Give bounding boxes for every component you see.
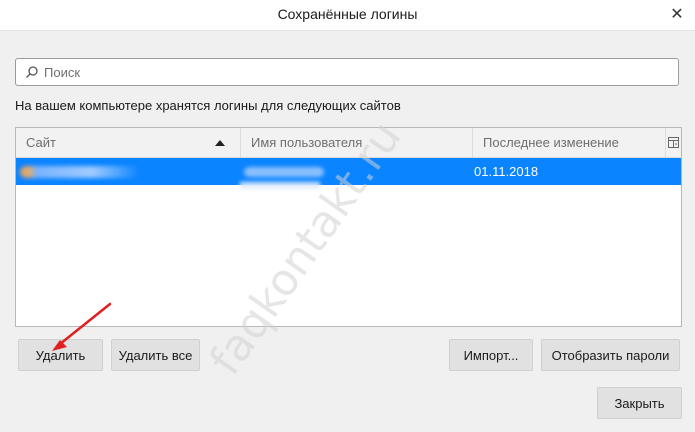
search-field[interactable] [15,58,679,86]
logins-table: Сайт Имя пользователя Последнее изменени… [15,127,682,327]
column-header-site[interactable]: Сайт [16,128,240,157]
site-cell-blurred [20,166,140,178]
close-button[interactable]: Закрыть [597,387,682,419]
sort-ascending-icon [215,140,225,146]
import-button[interactable]: Импорт... [449,339,533,371]
close-icon[interactable]: ✕ [667,4,687,24]
delete-button[interactable]: Удалить [18,339,103,371]
saved-logins-window: Сохранённые логины ✕ На вашем компьютере… [0,0,695,432]
search-icon [26,66,38,78]
blur-residue [240,182,320,188]
search-input[interactable] [42,63,646,81]
username-cell-blurred [244,167,324,177]
column-header-username[interactable]: Имя пользователя [240,128,472,157]
description-text: На вашем компьютере хранятся логины для … [15,98,401,113]
last-changed-cell: 01.11.2018 [474,164,539,179]
column-picker-icon[interactable] [665,128,681,157]
table-header: Сайт Имя пользователя Последнее изменени… [16,128,681,158]
column-header-last-changed[interactable]: Последнее изменение [472,128,666,157]
title-bar: Сохранённые логины ✕ [0,0,695,31]
window-title: Сохранённые логины [277,6,418,22]
delete-all-button[interactable]: Удалить все [111,339,200,371]
show-passwords-button[interactable]: Отобразить пароли [541,339,680,371]
table-row[interactable]: 01.11.2018 [16,158,681,185]
